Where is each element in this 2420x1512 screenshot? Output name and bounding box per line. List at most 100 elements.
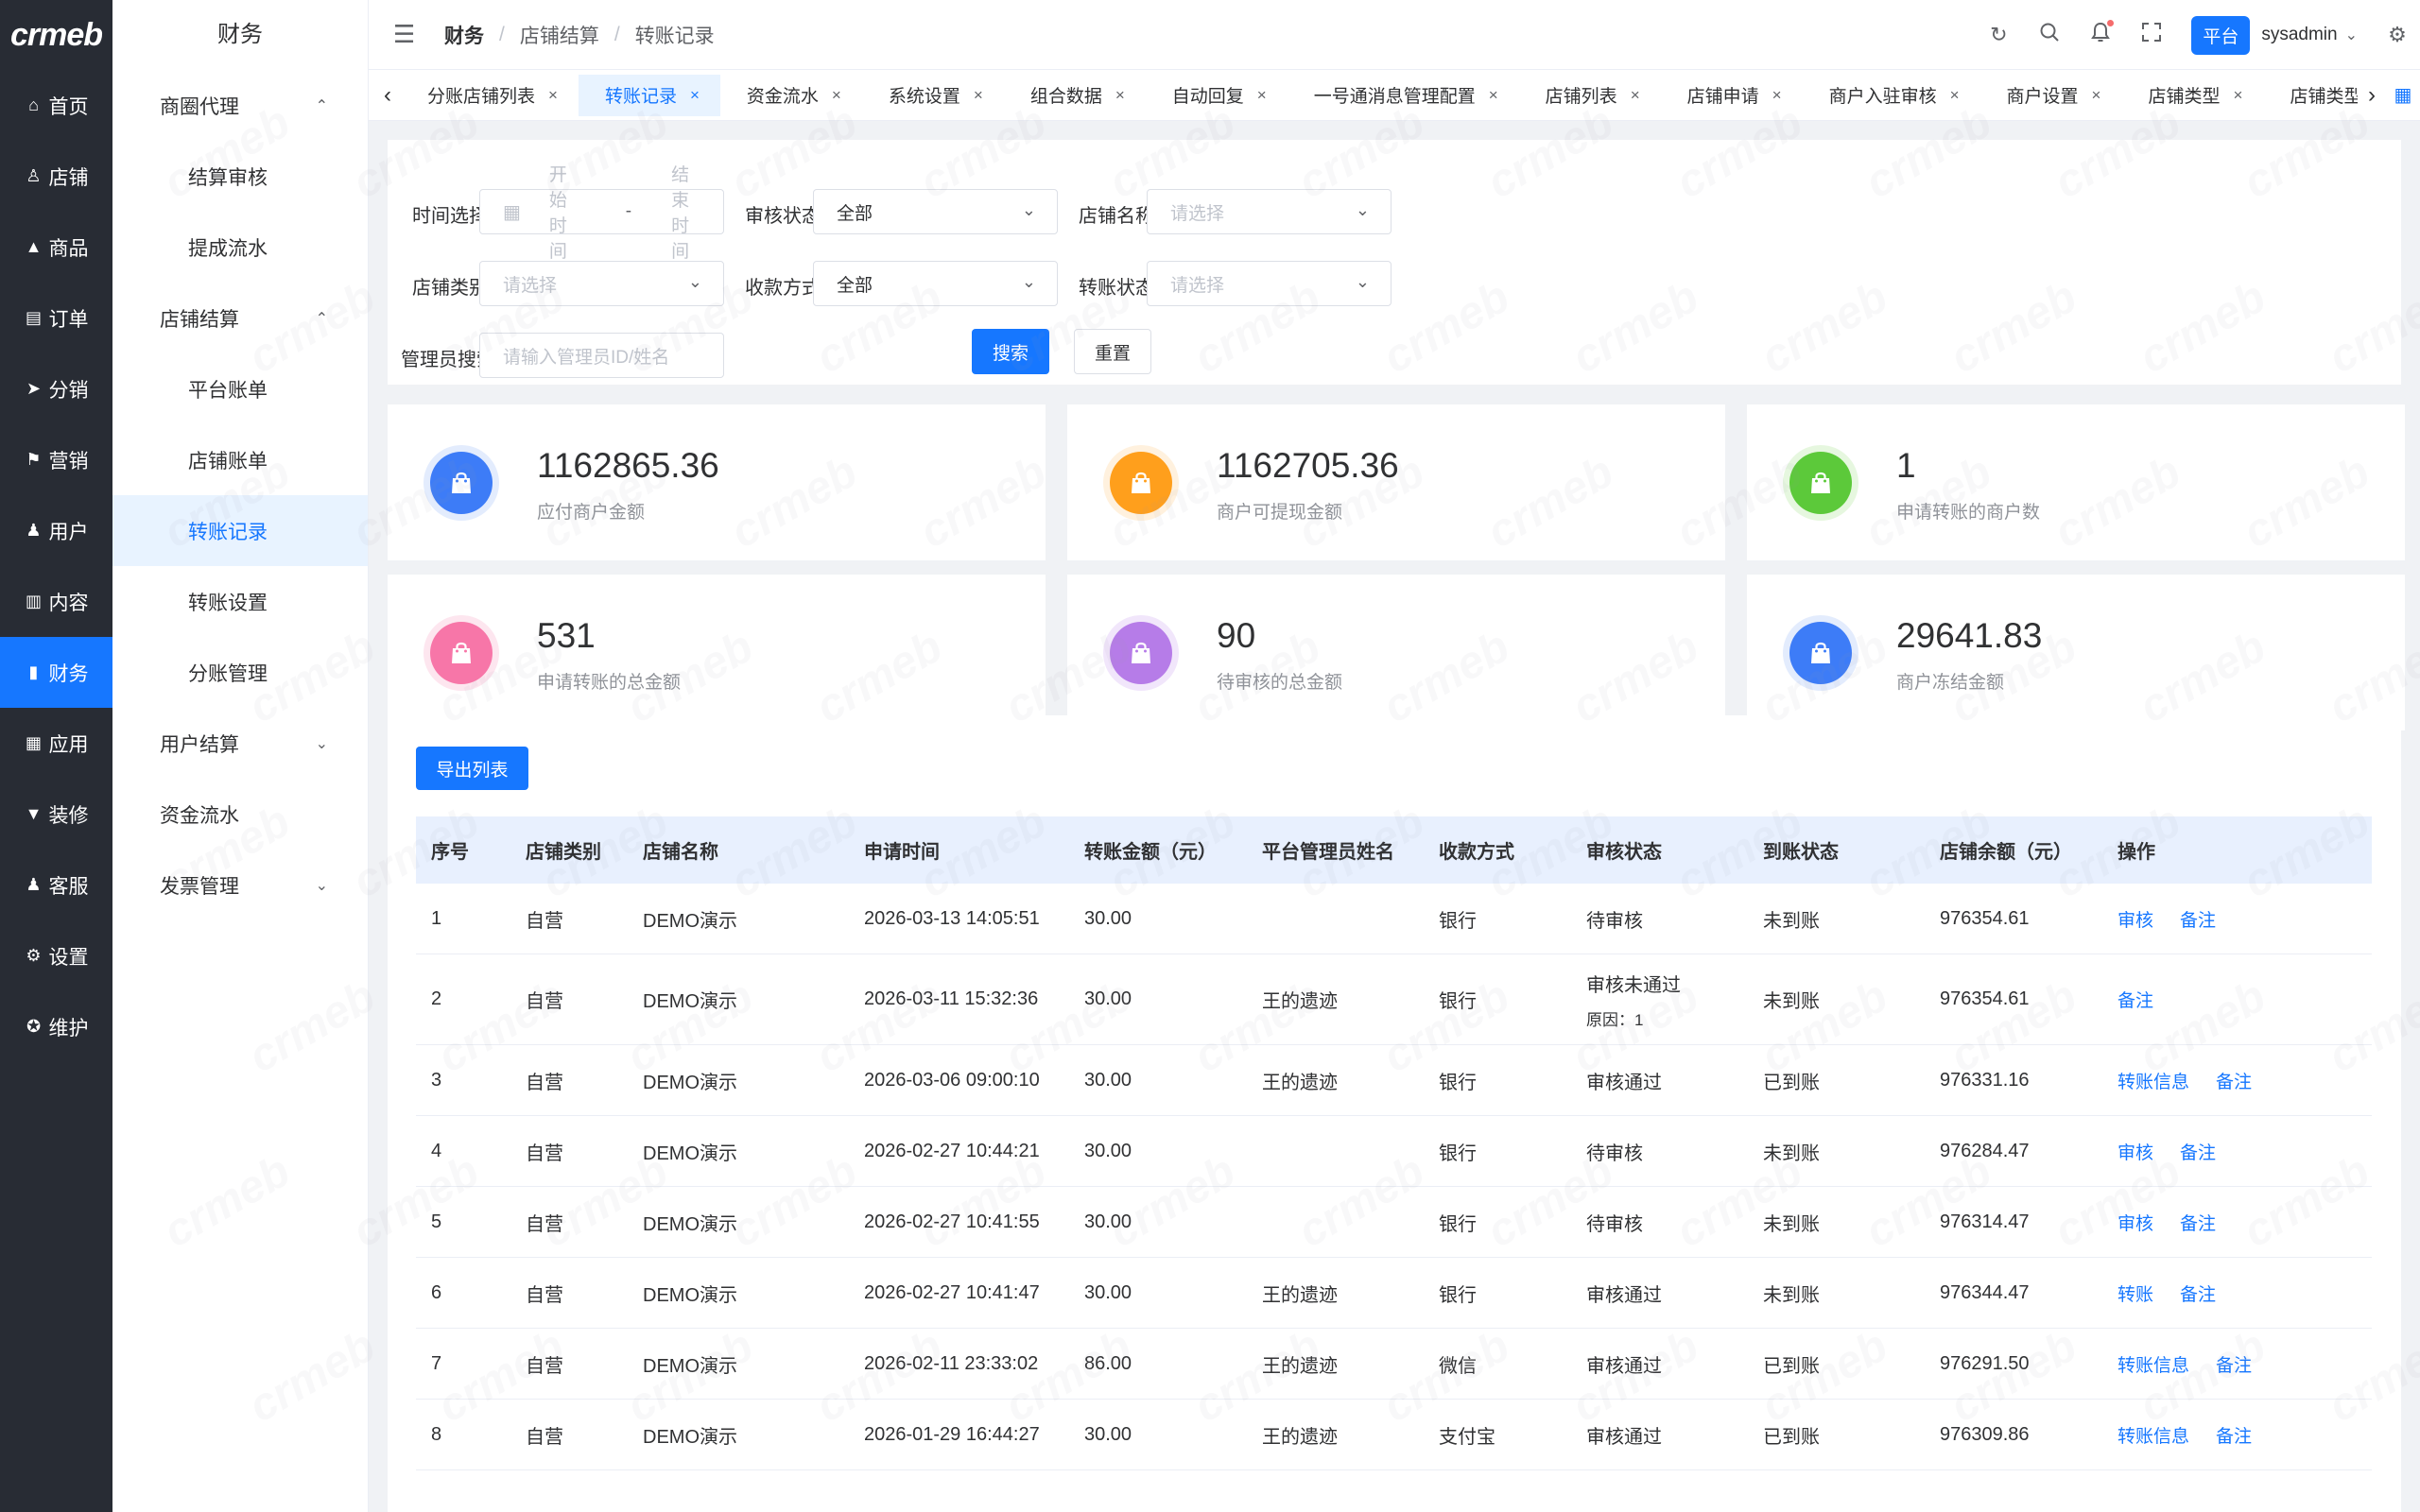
submenu-item[interactable]: 平台账单 xyxy=(112,353,368,424)
tab-10[interactable]: 商户入驻审核 × xyxy=(1803,75,1980,116)
refresh-icon[interactable]: ↻ xyxy=(1987,23,2010,47)
breadcrumb-item[interactable]: 店铺结算 xyxy=(520,21,599,49)
submenu-item[interactable]: 店铺账单 xyxy=(112,424,368,495)
start-date-input[interactable]: 开始时间 xyxy=(549,161,579,263)
tab-8[interactable]: 店铺列表 × xyxy=(1519,75,1661,116)
menu-collapse-icon[interactable]: ☰ xyxy=(393,20,422,49)
submenu-item[interactable]: 商圈代理 ⌃ xyxy=(112,70,368,141)
cell-arrive-text: 未到账 xyxy=(1763,910,1820,932)
rail-item-marketing[interactable]: ⚑ 营销 xyxy=(0,424,112,495)
tab-13[interactable]: 店铺类型× xyxy=(2263,75,2358,116)
export-button[interactable]: 导出列表 xyxy=(416,747,528,790)
chevron-left-icon[interactable]: ‹ xyxy=(374,82,401,109)
top-header: ☰ 财务 / 店铺结算 / 转账记录 ↻ 平台 sysadmin ⌄ ⚙ xyxy=(369,0,2420,70)
submenu-item[interactable]: 资金流水 xyxy=(112,779,368,850)
gear-icon[interactable]: ⚙ xyxy=(2386,23,2409,47)
cell-arrive: 已到账 xyxy=(1748,1421,1925,1449)
submenu-item[interactable]: 转账记录 xyxy=(112,495,368,566)
column-header: 店铺类别 xyxy=(526,842,601,863)
audit-status-select[interactable]: 全部 ⌄ xyxy=(813,189,1058,234)
close-icon[interactable]: × xyxy=(690,86,700,105)
stat-card: 1 申请转账的商户数 xyxy=(1747,404,2405,560)
date-range-picker[interactable]: ▦ 开始时间 - 结束时间 xyxy=(479,165,724,262)
close-icon[interactable]: × xyxy=(2092,86,2101,105)
reset-button[interactable]: 重置 xyxy=(1074,329,1151,374)
tab-9[interactable]: 店铺申请 × xyxy=(1661,75,1803,116)
store-name-select[interactable]: 请选择 ⌄ xyxy=(1147,189,1392,234)
close-icon[interactable]: × xyxy=(1950,86,1960,105)
rail-item-app[interactable]: ▦ 应用 xyxy=(0,708,112,779)
rail-item-store[interactable]: ♙ 店铺 xyxy=(0,141,112,212)
close-icon[interactable]: × xyxy=(1115,86,1125,105)
tab-2[interactable]: 转账记录 × xyxy=(578,74,720,116)
action-link[interactable]: 转账信息 xyxy=(2118,1073,2189,1092)
rail-item-distribution[interactable]: ➤ 分销 xyxy=(0,353,112,424)
chevron-right-icon[interactable]: › xyxy=(2358,81,2386,109)
submenu-item[interactable]: 用户结算 ⌄ xyxy=(112,708,368,779)
fullscreen-icon[interactable] xyxy=(2140,23,2163,47)
rail-item-service[interactable]: ♟ 客服 xyxy=(0,850,112,920)
search-icon[interactable] xyxy=(2038,22,2061,48)
submenu-item[interactable]: 发票管理 ⌄ xyxy=(112,850,368,920)
close-icon[interactable]: × xyxy=(548,86,558,105)
tab-4[interactable]: 系统设置 × xyxy=(862,75,1004,116)
tab-6[interactable]: 自动回复 × xyxy=(1146,75,1288,116)
cell-arrive: 未到账 xyxy=(1748,1138,1925,1165)
bell-icon[interactable] xyxy=(2089,20,2115,48)
rail-item-goods[interactable]: ▲ 商品 xyxy=(0,212,112,283)
rail-item-maintain[interactable]: ✪ 维护 xyxy=(0,991,112,1062)
tab-5[interactable]: 组合数据 × xyxy=(1004,75,1146,116)
submenu-item[interactable]: 转账设置 xyxy=(112,566,368,637)
store-type-select[interactable]: 请选择 ⌄ xyxy=(479,261,724,306)
close-icon[interactable]: × xyxy=(832,86,841,105)
rail-item-home[interactable]: ⌂ 首页 xyxy=(0,70,112,141)
stat-value: 90 xyxy=(1217,616,1256,655)
tabs-menu-icon[interactable]: ▦ xyxy=(2386,83,2420,107)
submenu-item[interactable]: 分账管理 xyxy=(112,637,368,708)
submenu-item[interactable]: 结算审核 xyxy=(112,141,368,212)
admin-search-input[interactable]: 请输入管理员ID/姓名 xyxy=(479,333,724,378)
action-link[interactable]: 备注 xyxy=(2216,1073,2252,1092)
action-link[interactable]: 备注 xyxy=(2216,1427,2252,1447)
close-icon[interactable]: × xyxy=(974,86,983,105)
action-link[interactable]: 转账信息 xyxy=(2118,1427,2189,1447)
action-link[interactable]: 审核 xyxy=(2118,1214,2153,1234)
action-link[interactable]: 备注 xyxy=(2180,1214,2216,1234)
action-link[interactable]: 审核 xyxy=(2118,911,2153,931)
logo[interactable]: crmeb xyxy=(0,0,112,70)
close-icon[interactable]: × xyxy=(1631,86,1640,105)
action-link[interactable]: 备注 xyxy=(2216,1356,2252,1376)
action-link[interactable]: 备注 xyxy=(2180,911,2216,931)
action-link[interactable]: 备注 xyxy=(2118,991,2153,1011)
cell-admin: 王的遗迹 xyxy=(1247,1067,1424,1094)
rail-item-content[interactable]: ▥ 内容 xyxy=(0,566,112,637)
search-button[interactable]: 搜索 xyxy=(972,329,1049,374)
close-icon[interactable]: × xyxy=(1257,86,1267,105)
tab-3[interactable]: 资金流水 × xyxy=(720,75,862,116)
submenu-item[interactable]: 店铺结算 ⌃ xyxy=(112,283,368,353)
tab-11[interactable]: 商户设置 × xyxy=(1980,75,2122,116)
close-icon[interactable]: × xyxy=(1772,86,1782,105)
user-menu[interactable]: sysadmin ⌄ xyxy=(2261,25,2358,45)
tab-7[interactable]: 一号通消息管理配置 × xyxy=(1288,75,1519,116)
rail-item-decorate[interactable]: ▼ 装修 xyxy=(0,779,112,850)
action-link[interactable]: 审核 xyxy=(2118,1143,2153,1163)
end-date-input[interactable]: 结束时间 xyxy=(671,161,700,263)
tab-1[interactable]: 分账店铺列表 × xyxy=(401,75,579,116)
rail-item-user[interactable]: ♟ 用户 xyxy=(0,495,112,566)
close-icon[interactable]: × xyxy=(1489,86,1498,105)
platform-badge[interactable]: 平台 xyxy=(2191,15,2251,55)
rail-item-order[interactable]: ▤ 订单 xyxy=(0,283,112,353)
action-link[interactable]: 备注 xyxy=(2180,1285,2216,1305)
cell-admin-text: 王的遗迹 xyxy=(1262,1426,1338,1448)
payment-method-select[interactable]: 全部 ⌄ xyxy=(813,261,1058,306)
action-link[interactable]: 备注 xyxy=(2180,1143,2216,1163)
rail-item-finance[interactable]: ▮ 财务 xyxy=(0,637,112,708)
action-link[interactable]: 转账信息 xyxy=(2118,1356,2189,1376)
rail-item-settings[interactable]: ⚙ 设置 xyxy=(0,920,112,991)
close-icon[interactable]: × xyxy=(2234,86,2243,105)
transfer-status-select[interactable]: 请选择 ⌄ xyxy=(1147,261,1392,306)
tab-12[interactable]: 店铺类型 × xyxy=(2121,75,2263,116)
action-link[interactable]: 转账 xyxy=(2118,1285,2153,1305)
submenu-item[interactable]: 提成流水 xyxy=(112,212,368,283)
